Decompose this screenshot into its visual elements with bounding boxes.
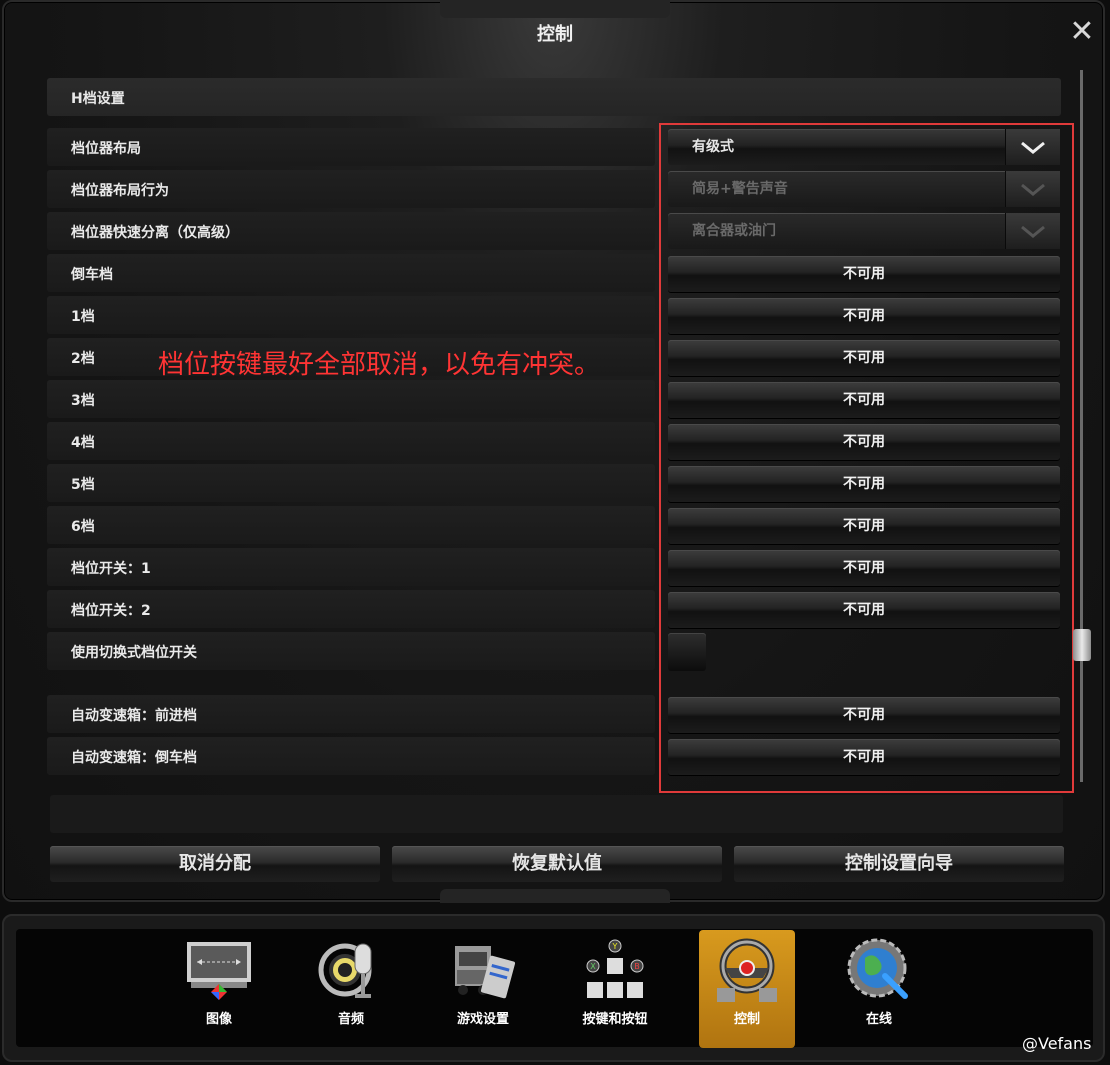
setting-label: 3档 [71,393,95,409]
setting-row-label: 档位开关：2 [47,590,655,628]
dialog-title: 控制 [537,24,573,45]
nav-gameplay[interactable]: 游戏设置 [435,930,531,1048]
setting-row-label: 自动变速箱：前进档 [47,695,655,733]
nav-label: 游戏设置 [456,1012,509,1027]
nav-label: 音频 [337,1012,364,1027]
dialog-top-tab [440,0,670,18]
setting-row-label: 1档 [47,296,655,334]
description-bar [50,795,1063,833]
setting-label: 档位开关：1 [71,561,151,577]
monitor-icon [187,942,251,1000]
setting-row-label: 4档 [47,422,655,460]
nav-label: 图像 [205,1012,232,1027]
dialog-bottom-tab [440,889,670,903]
setting-row-label: 6档 [47,506,655,544]
svg-text:B: B [634,962,640,971]
nav-label: 按键和按钮 [582,1012,648,1027]
setting-label: 4档 [71,435,95,451]
globe-gear-icon [847,938,908,999]
setting-row-label: 档位器快速分离（仅高级） [47,212,655,250]
steering-wheel-icon [717,938,777,1002]
setting-label: 档位器布局行为 [71,183,169,199]
svg-text:Y: Y [612,942,618,951]
annotation-text: 档位按键最好全部取消，以免有冲突。 [158,350,601,380]
setting-label: 自动变速箱：前进档 [71,708,197,724]
scrollbar-track[interactable] [1080,70,1083,782]
scrollbar-thumb[interactable] [1073,629,1091,661]
setting-label: 自动变速箱：倒车档 [71,750,197,766]
svg-text:X: X [590,962,596,971]
nav-label: 在线 [865,1012,892,1027]
nav-label: 控制 [733,1012,760,1027]
setting-row-label: 自动变速箱：倒车档 [47,737,655,775]
nav-online[interactable]: 在线 [831,930,927,1048]
nav-controls[interactable]: 控制 [699,930,795,1048]
setting-label: 2档 [71,351,95,367]
close-icon[interactable]: ✕ [1068,17,1096,47]
setting-row-label: 倒车档 [47,254,655,292]
setting-row-label: 使用切换式档位开关 [47,632,655,670]
microphone-icon [318,943,372,998]
setting-row-label: 档位开关：1 [47,548,655,586]
keyboard-gamepad-icon: Y X B [586,939,644,998]
setting-label: 5档 [71,477,95,493]
setting-label: 倒车档 [71,267,113,283]
setting-row-label: 档位器布局行为 [47,170,655,208]
setting-label: 1档 [71,309,95,325]
setting-label: 档位器快速分离（仅高级） [71,225,239,241]
nav-audio[interactable]: 音频 [303,930,399,1048]
setting-label: 档位开关：2 [71,603,151,619]
unbind-button[interactable]: 取消分配 [50,846,380,882]
setting-row-label: 档位器布局 [47,128,655,166]
setting-label: 6档 [71,519,95,535]
section-header: H档设置 [47,78,1061,116]
setup-wizard-button[interactable]: 控制设置向导 [734,846,1064,882]
nav-keys-buttons[interactable]: Y X B 按键和按钮 [567,930,663,1048]
watermark: @Vefans [1022,1034,1092,1053]
truck-clipboard-icon [455,946,516,999]
setting-label: 使用切换式档位开关 [71,645,197,661]
nav-graphics[interactable]: 图像 [171,930,267,1048]
setting-row-label: 3档 [47,380,655,418]
highlight-box [659,123,1074,793]
restore-defaults-button[interactable]: 恢复默认值 [392,846,722,882]
setting-label: 档位器布局 [71,141,141,157]
setting-row-label: 5档 [47,464,655,502]
section-header-label: H档设置 [71,91,125,107]
